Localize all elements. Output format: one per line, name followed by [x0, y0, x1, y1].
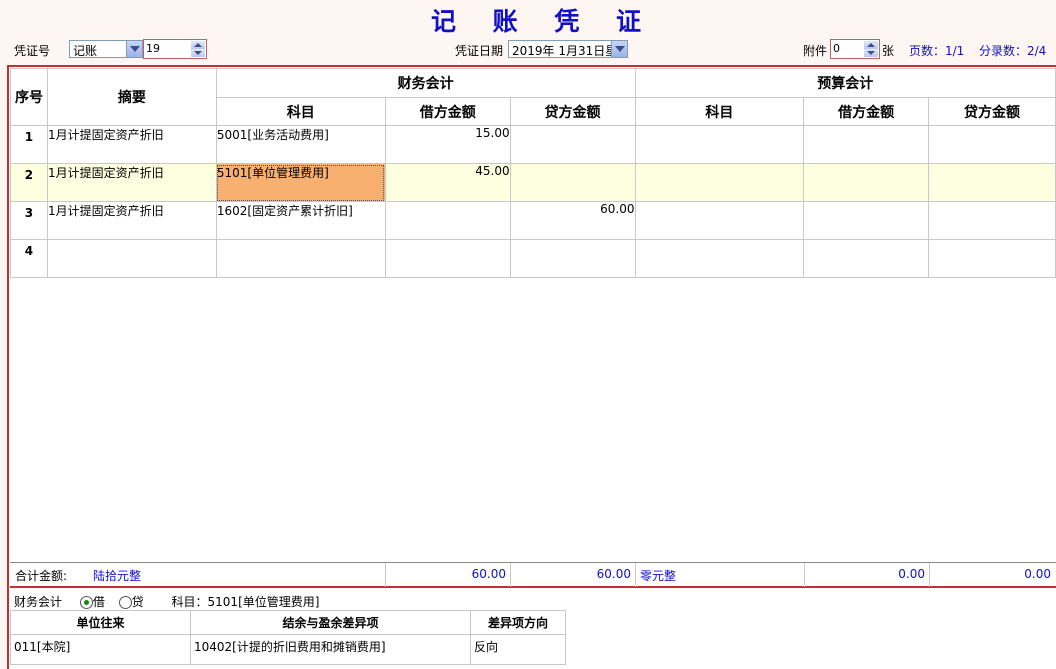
fin-subject-cell[interactable]: 5001[业务活动费用]: [215, 125, 386, 164]
voucher-no-label: 凭证号: [14, 44, 51, 58]
diff-cell[interactable]: 10402[计提的折旧费用和摊销费用]: [190, 634, 471, 665]
debit-radio[interactable]: 借: [79, 595, 105, 609]
col-header-fin-subject: 科目: [215, 97, 386, 126]
attachment-label: 附件: [803, 44, 828, 58]
voucher-no-stepper[interactable]: 19: [143, 39, 207, 59]
col-header-unit: 单位往来: [10, 610, 191, 635]
summary-cell[interactable]: 1月计提固定资产折旧: [46, 201, 217, 240]
table-row-selected[interactable]: 2 1月计提固定资产折旧 5101[单位管理费用] 45.00: [10, 163, 1056, 202]
budget-credit-cell[interactable]: [928, 125, 1056, 164]
budget-subject-cell[interactable]: [634, 201, 805, 240]
totals-bar: 合计金额: 陆拾元整 60.00 60.00 零元整 0.00 0.00: [10, 562, 1056, 588]
budget-debit-cell[interactable]: [803, 125, 930, 164]
budget-debit-cell[interactable]: [803, 201, 930, 240]
fin-subject-cell[interactable]: 1602[固定资产累计折旧]: [215, 201, 386, 240]
attachment-count: 0: [833, 42, 840, 55]
col-header-budget-subject: 科目: [634, 97, 805, 126]
unit-cell[interactable]: 011[本院]: [10, 634, 191, 665]
row-number: 1: [10, 125, 48, 164]
col-header-budget-credit: 贷方金额: [928, 97, 1056, 126]
table-row[interactable]: 3 1月计提固定资产折旧 1602[固定资产累计折旧] 60.00: [10, 201, 1056, 240]
col-group-budget: 预算会计: [634, 68, 1056, 98]
col-header-direction: 差异项方向: [470, 610, 566, 635]
fin-credit-cell[interactable]: 60.00: [509, 201, 636, 240]
table-row[interactable]: 1 1月计提固定资产折旧 5001[业务活动费用] 15.00: [10, 125, 1056, 164]
row-number: 3: [10, 201, 48, 240]
radio-unchecked-icon[interactable]: [118, 596, 132, 609]
spin-down-icon[interactable]: [191, 49, 205, 57]
budget-debit-cell[interactable]: [803, 163, 930, 202]
radio-checked-icon[interactable]: [79, 596, 93, 609]
direction-cell[interactable]: 反向: [470, 634, 566, 665]
voucher-grid: 序号 摘要 财务会计 预算会计 科目 借方金额 贷方金额 科目 借方金额 贷方金…: [10, 68, 1056, 278]
attachment-unit: 张: [882, 44, 895, 58]
col-header-seq: 序号: [10, 68, 48, 126]
col-header-fin-debit: 借方金额: [384, 97, 511, 126]
spin-up-icon[interactable]: [864, 41, 878, 49]
budget-credit-cell[interactable]: [928, 201, 1056, 240]
col-group-financial: 财务会计: [215, 68, 636, 98]
totals-fin-debit: 60.00: [471, 567, 506, 581]
col-header-summary: 摘要: [46, 68, 217, 126]
detail-mode-bar: 财务会计 借 贷 科目：5101[单位管理费用]: [14, 593, 319, 610]
auxiliary-table: 单位往来 结余与盈余差异项 差异项方向 011[本院] 10402[计提的折旧费…: [10, 610, 566, 665]
budget-subject-cell[interactable]: [634, 163, 805, 202]
row-number: 4: [10, 239, 48, 278]
voucher-no-value: 19: [146, 42, 160, 55]
spin-down-icon[interactable]: [864, 49, 878, 57]
credit-radio[interactable]: 贷: [118, 595, 144, 609]
totals-label: 合计金额:: [15, 569, 68, 583]
row-number: 2: [10, 163, 48, 202]
fin-debit-cell[interactable]: [384, 201, 511, 240]
fin-subject-cell-focused[interactable]: 5101[单位管理费用]: [215, 163, 386, 202]
budget-debit-cell[interactable]: [803, 239, 930, 278]
fin-subject-cell[interactable]: [215, 239, 386, 278]
fin-credit-cell[interactable]: [509, 125, 636, 164]
totals-budget-words: 零元整: [640, 569, 677, 583]
col-header-diff: 结余与盈余差异项: [190, 610, 471, 635]
chevron-down-icon[interactable]: [126, 41, 142, 57]
totals-fin-words: 陆拾元整: [93, 569, 142, 583]
fin-credit-cell[interactable]: [509, 239, 636, 278]
spin-up-icon[interactable]: [191, 41, 205, 49]
voucher-date-value: 2019年 1月31日星: [512, 44, 618, 58]
summary-cell[interactable]: [46, 239, 217, 278]
totals-fin-credit: 60.00: [596, 567, 631, 581]
fin-debit-cell[interactable]: [384, 239, 511, 278]
page-count: 页数：1/1: [909, 44, 965, 58]
budget-credit-cell[interactable]: [928, 239, 1056, 278]
detail-subject-text: 科目：5101[单位管理费用]: [171, 595, 320, 609]
attachment-stepper[interactable]: 0: [830, 39, 880, 59]
detail-mode-label: 财务会计: [14, 595, 63, 609]
fin-debit-cell[interactable]: 45.00: [384, 163, 511, 202]
voucher-date-label: 凭证日期: [455, 44, 504, 58]
summary-cell[interactable]: 1月计提固定资产折旧: [46, 125, 217, 164]
fin-debit-cell[interactable]: 15.00: [384, 125, 511, 164]
chevron-down-icon[interactable]: [611, 41, 627, 57]
voucher-type-select[interactable]: 记账: [69, 40, 143, 58]
voucher-title: 记 账 凭 证: [430, 7, 656, 36]
table-row[interactable]: 011[本院] 10402[计提的折旧费用和摊销费用] 反向: [10, 634, 566, 665]
col-header-fin-credit: 贷方金额: [509, 97, 636, 126]
budget-credit-cell[interactable]: [928, 163, 1056, 202]
table-row[interactable]: 4: [10, 239, 1056, 278]
totals-budget-credit: 0.00: [1024, 567, 1051, 581]
voucher-type-value: 记账: [73, 44, 98, 58]
budget-subject-cell[interactable]: [634, 239, 805, 278]
totals-budget-debit: 0.00: [898, 567, 925, 581]
col-header-budget-debit: 借方金额: [803, 97, 930, 126]
summary-cell[interactable]: 1月计提固定资产折旧: [46, 163, 217, 202]
fin-credit-cell[interactable]: [509, 163, 636, 202]
budget-subject-cell[interactable]: [634, 125, 805, 164]
voucher-date-picker[interactable]: 2019年 1月31日星: [508, 40, 628, 58]
entry-count: 分录数：2/4: [979, 44, 1047, 58]
